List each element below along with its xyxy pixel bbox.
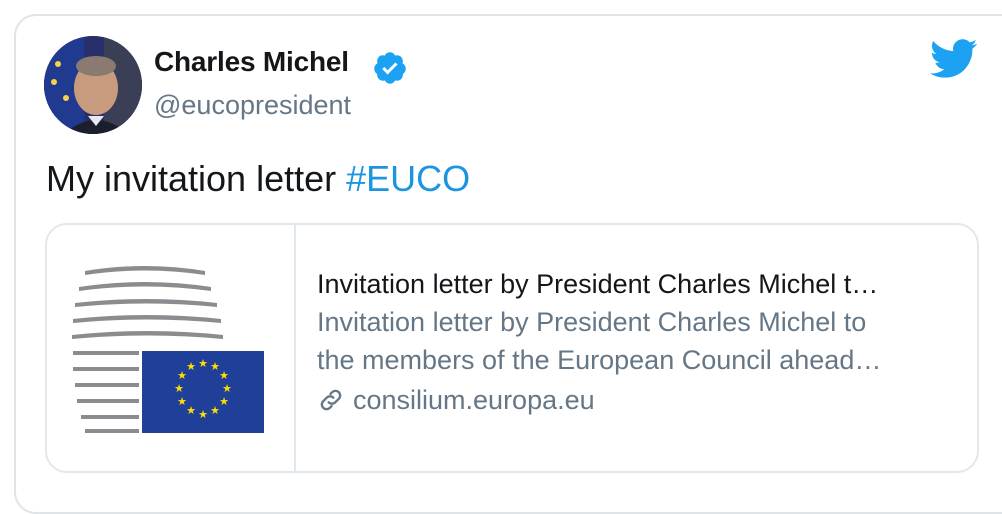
svg-text:★: ★ — [186, 404, 196, 417]
svg-text:★: ★ — [210, 404, 220, 417]
author-handle[interactable]: @eucopresident — [154, 90, 351, 121]
verified-badge-icon — [374, 52, 406, 84]
tweet-text-body: My invitation letter — [46, 158, 347, 199]
svg-text:★: ★ — [198, 357, 208, 370]
link-icon — [320, 389, 342, 411]
link-preview-card[interactable]: ★ ★ ★ ★ ★ ★ ★ ★ ★ ★ ★ ★ Invitation lette… — [45, 223, 979, 473]
svg-text:★: ★ — [222, 382, 232, 395]
card-body: Invitation letter by President Charles M… — [317, 265, 957, 419]
svg-text:★: ★ — [198, 408, 208, 421]
card-domain-link[interactable]: consilium.europa.eu — [317, 381, 957, 419]
svg-text:★: ★ — [219, 395, 229, 408]
svg-text:★: ★ — [174, 382, 184, 395]
hashtag-link[interactable]: #EUCO — [346, 158, 470, 199]
european-council-logo-icon: ★ ★ ★ ★ ★ ★ ★ ★ ★ ★ ★ ★ — [72, 266, 264, 433]
twitter-bird-icon[interactable] — [930, 38, 978, 80]
card-title[interactable]: Invitation letter by President Charles M… — [317, 265, 957, 303]
card-thumbnail: ★ ★ ★ ★ ★ ★ ★ ★ ★ ★ ★ ★ — [47, 225, 296, 471]
svg-text:★: ★ — [219, 369, 229, 382]
card-description-line-1: Invitation letter by President Charles M… — [317, 307, 867, 337]
author-avatar[interactable] — [44, 36, 142, 134]
avatar-image — [44, 36, 142, 134]
tweet-text: My invitation letter #EUCO — [46, 158, 470, 200]
card-domain[interactable]: consilium.europa.eu — [353, 381, 595, 419]
svg-text:★: ★ — [186, 360, 196, 373]
author-name[interactable]: Charles Michel — [154, 46, 349, 78]
card-description-line-2: the members of the European Council ahea… — [317, 345, 882, 375]
svg-text:★: ★ — [177, 395, 187, 408]
